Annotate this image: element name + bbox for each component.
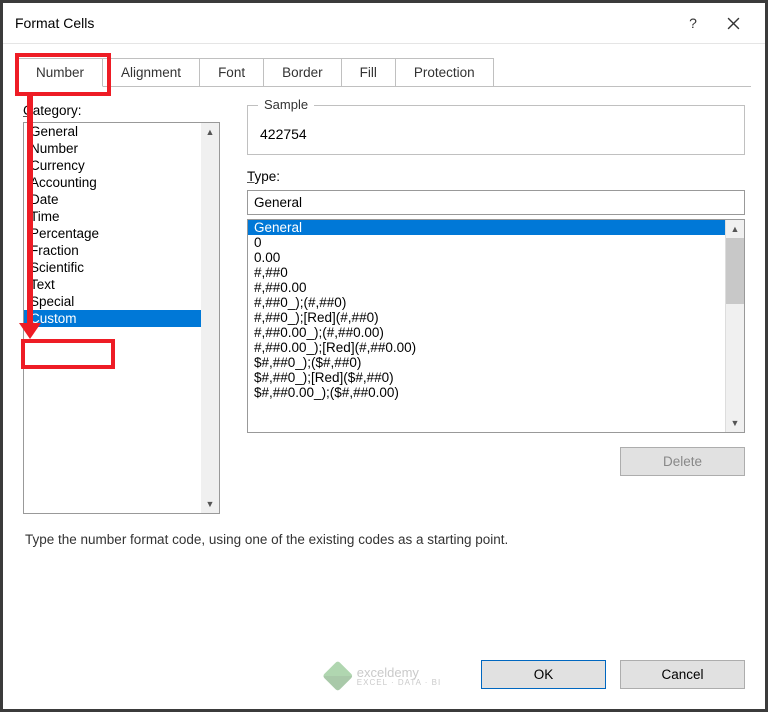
type-item[interactable]: #,##0.00: [248, 280, 725, 295]
watermark-sub: EXCEL · DATA · BI: [357, 678, 441, 687]
type-input[interactable]: [247, 190, 745, 215]
category-item[interactable]: Date: [24, 191, 219, 208]
scroll-up-icon[interactable]: ▲: [201, 123, 219, 141]
annotation-arrow-head: [19, 323, 41, 339]
help-button[interactable]: ?: [673, 3, 713, 43]
window-title: Format Cells: [15, 15, 94, 31]
sample-value: 422754: [260, 126, 732, 142]
tab-fill[interactable]: Fill: [341, 58, 396, 87]
type-item[interactable]: #,##0.00_);[Red](#,##0.00): [248, 340, 725, 355]
category-scrollbar[interactable]: ▲ ▼: [201, 123, 219, 513]
tab-alignment[interactable]: Alignment: [102, 58, 200, 87]
watermark: exceldemy EXCEL · DATA · BI: [327, 665, 441, 687]
tab-font[interactable]: Font: [199, 58, 264, 87]
type-item[interactable]: 0: [248, 235, 725, 250]
ok-button[interactable]: OK: [481, 660, 606, 689]
category-label: Category:: [23, 103, 233, 118]
category-item[interactable]: Text: [24, 276, 219, 293]
dialog-footer: OK Cancel: [481, 660, 745, 689]
category-item[interactable]: Accounting: [24, 174, 219, 191]
sample-legend: Sample: [258, 97, 314, 112]
delete-button[interactable]: Delete: [620, 447, 745, 476]
category-item[interactable]: Number: [24, 140, 219, 157]
type-item[interactable]: $#,##0_);($#,##0): [248, 355, 725, 370]
type-scrollbar[interactable]: ▲ ▼: [725, 220, 744, 432]
watermark-logo-icon: [322, 660, 353, 691]
scroll-down-icon[interactable]: ▼: [726, 414, 744, 432]
cancel-button[interactable]: Cancel: [620, 660, 745, 689]
annotation-arrow: [27, 93, 33, 327]
scroll-down-icon[interactable]: ▼: [201, 495, 219, 513]
scroll-thumb[interactable]: [726, 238, 744, 304]
description-text: Type the number format code, using one o…: [3, 514, 765, 547]
close-button[interactable]: [713, 3, 753, 43]
category-item[interactable]: Fraction: [24, 242, 219, 259]
type-item[interactable]: #,##0_);[Red](#,##0): [248, 310, 725, 325]
type-item[interactable]: 0.00: [248, 250, 725, 265]
sample-group: Sample 422754: [247, 105, 745, 155]
category-item[interactable]: General: [24, 123, 219, 140]
tab-strip: Number Alignment Font Border Fill Protec…: [17, 58, 751, 87]
titlebar: Format Cells ?: [3, 3, 765, 44]
type-item[interactable]: General: [248, 220, 725, 235]
category-item[interactable]: Currency: [24, 157, 219, 174]
type-item[interactable]: #,##0.00_);(#,##0.00): [248, 325, 725, 340]
type-list[interactable]: General 0 0.00 #,##0 #,##0.00 #,##0_);(#…: [247, 219, 745, 433]
category-list[interactable]: General Number Currency Accounting Date …: [23, 122, 220, 514]
type-item[interactable]: #,##0: [248, 265, 725, 280]
format-cells-dialog: Format Cells ? Number Alignment Font Bor…: [0, 0, 768, 712]
scroll-up-icon[interactable]: ▲: [726, 220, 744, 238]
category-item[interactable]: Time: [24, 208, 219, 225]
tab-number[interactable]: Number: [17, 58, 103, 87]
tab-border[interactable]: Border: [263, 58, 342, 87]
tab-protection[interactable]: Protection: [395, 58, 494, 87]
close-icon: [727, 17, 740, 30]
type-label: Type:: [247, 169, 745, 184]
type-item[interactable]: $#,##0.00_);($#,##0.00): [248, 385, 725, 400]
category-item-custom[interactable]: Custom: [24, 310, 219, 327]
category-item[interactable]: Special: [24, 293, 219, 310]
type-item[interactable]: #,##0_);(#,##0): [248, 295, 725, 310]
category-item[interactable]: Percentage: [24, 225, 219, 242]
type-item[interactable]: $#,##0_);[Red]($#,##0): [248, 370, 725, 385]
category-item[interactable]: Scientific: [24, 259, 219, 276]
